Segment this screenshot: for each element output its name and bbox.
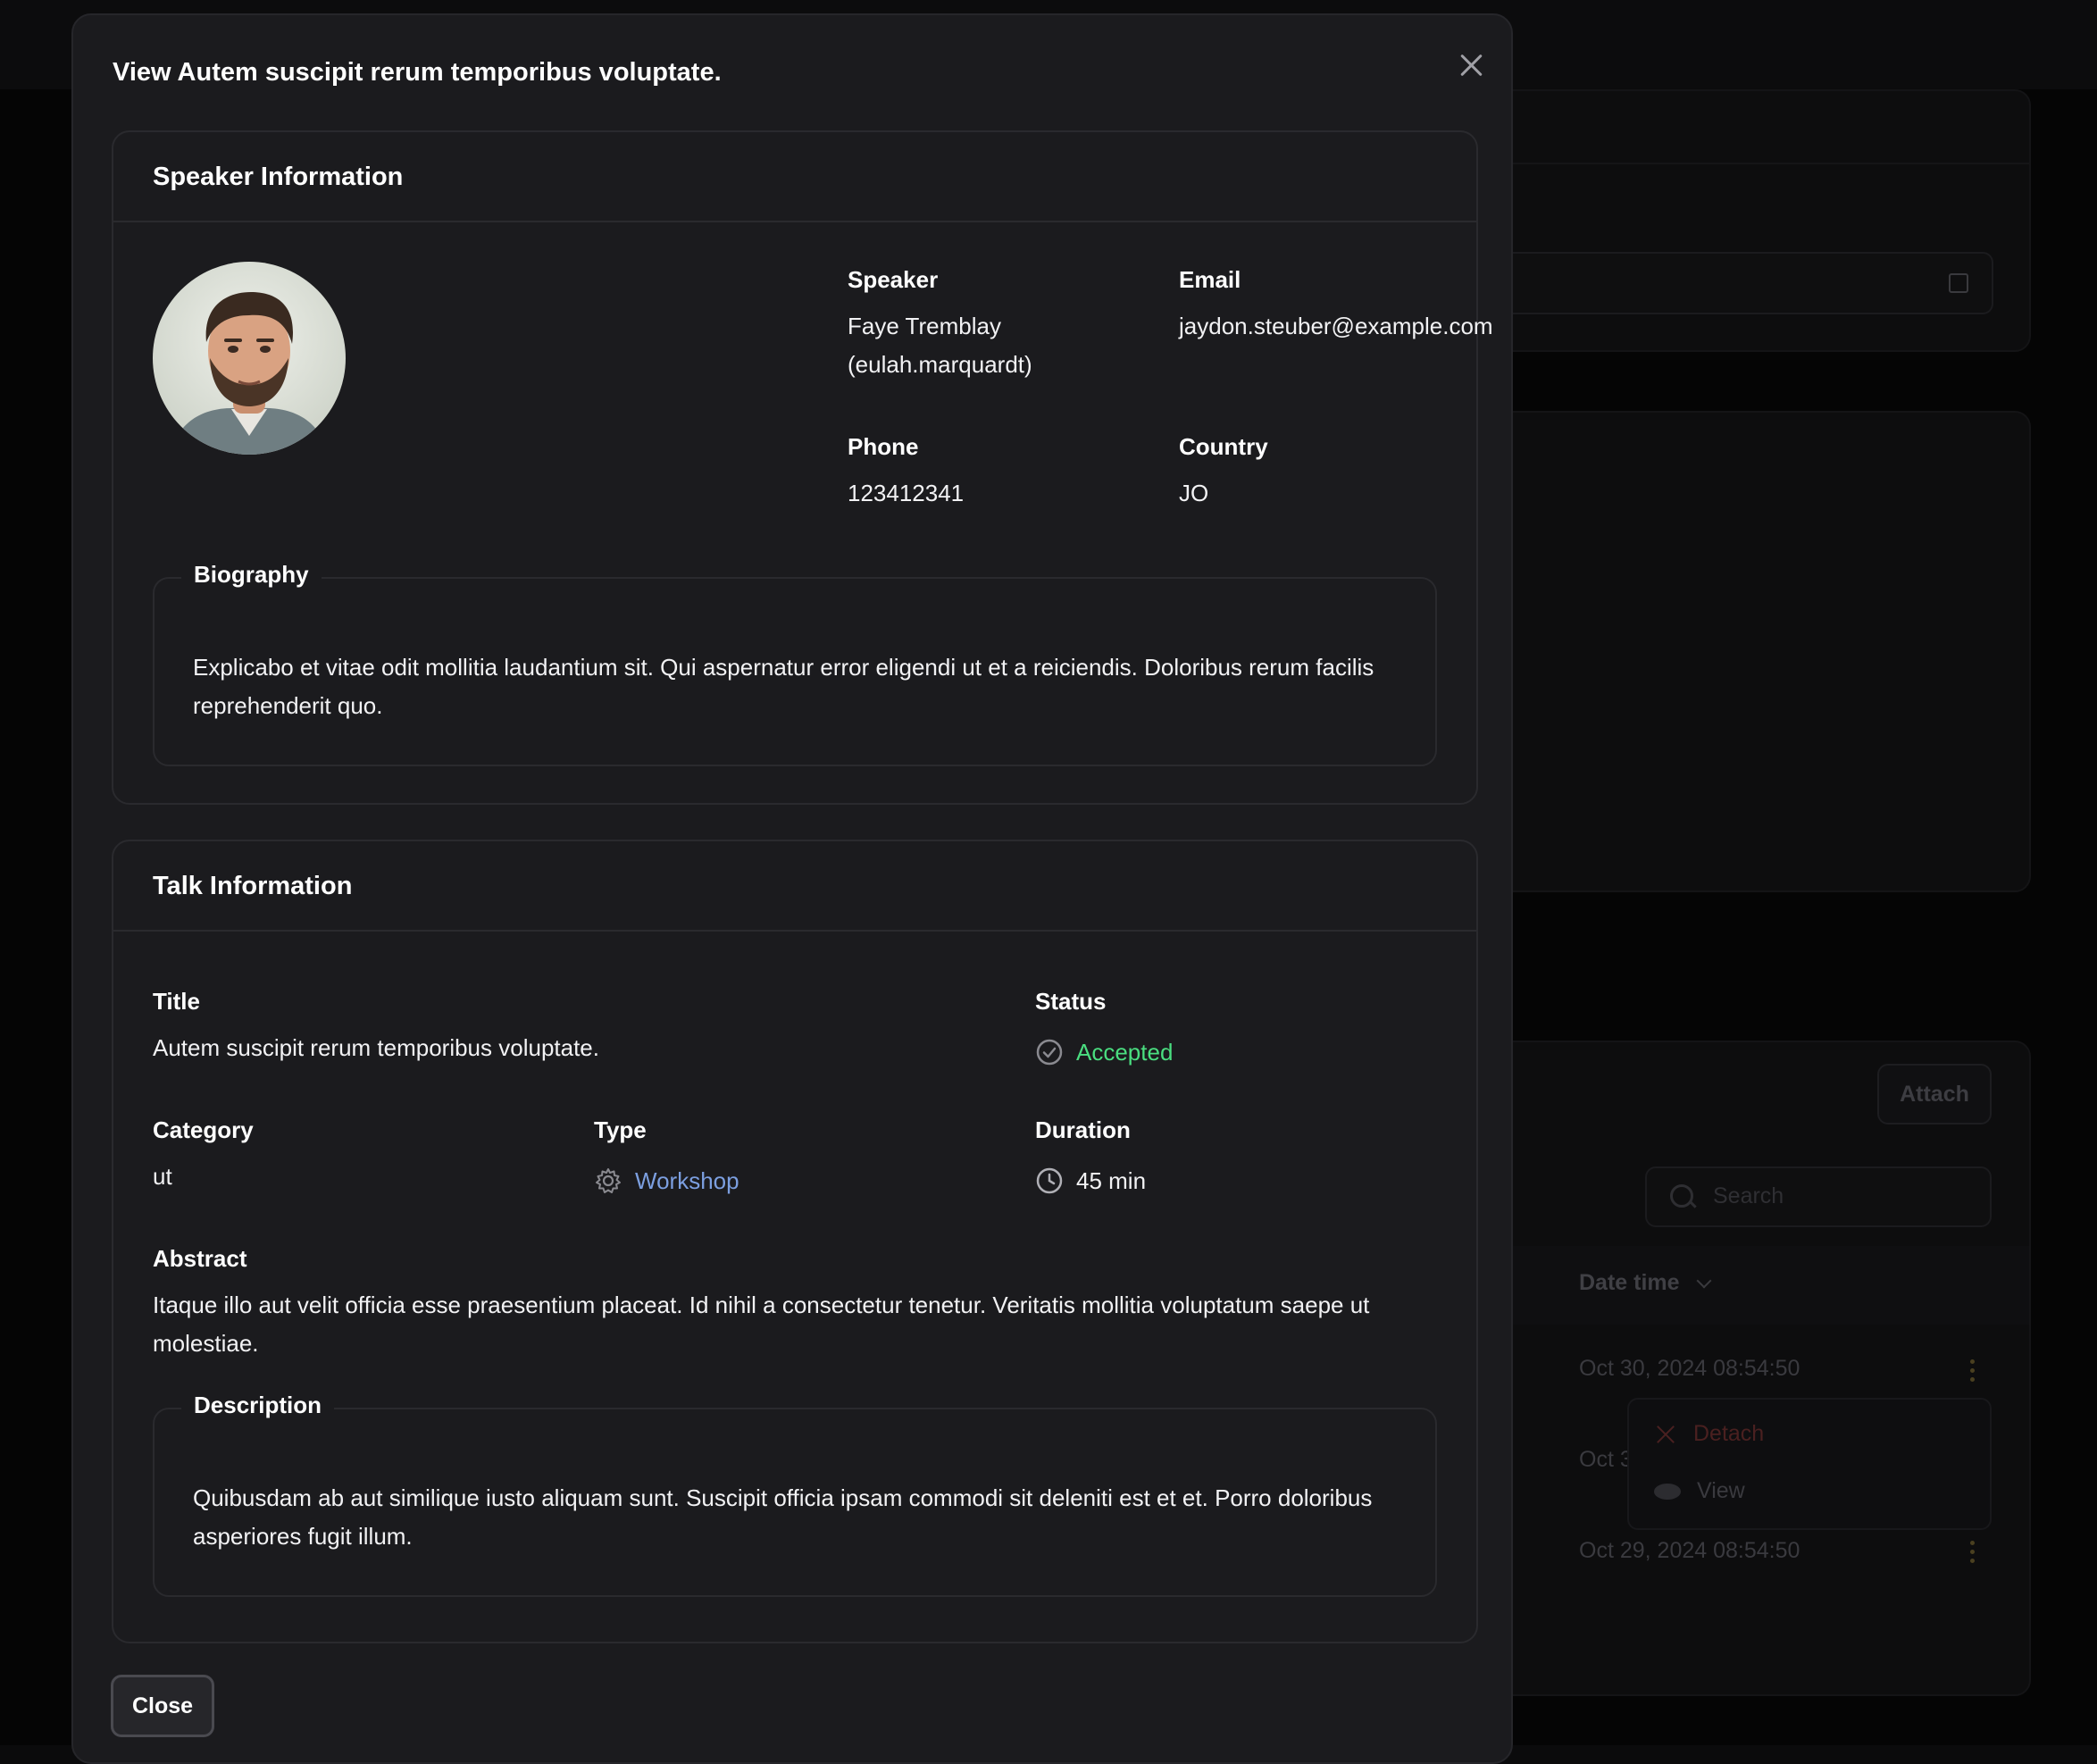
section-header: Speaker Information [113,132,1476,222]
modal-title: View Autem suscipit rerum temporibus vol… [113,58,722,87]
gear-icon [596,1168,621,1193]
type-label: Type [594,1116,647,1143]
search-placeholder: Search [1713,1183,1784,1208]
type-label-text: Workshop [635,1166,739,1194]
x-icon [1654,1423,1677,1446]
biography-legend: Biography [181,561,322,589]
row-actions-menu: Detach View [1627,1398,1992,1530]
category-value: ut [153,1163,172,1190]
speaker-information-section: Speaker Information Speaker Faye Trembla… [112,130,1493,805]
row-actions-icon [1970,1359,1975,1382]
close-button[interactable]: Close [111,1675,214,1737]
status-label: Status [1035,988,1107,1015]
talk-information-section: Talk Information Title Autem suscipit re… [112,840,1478,1643]
row-actions-icon [1970,1541,1975,1563]
search-icon [1670,1184,1693,1208]
duration-text: 45 min [1076,1166,1147,1194]
type-value: Workshop [594,1166,739,1195]
country-value: JO [1179,480,1209,506]
description-legend: Description [181,1392,335,1419]
calendar-icon [1949,273,1968,293]
menu-item-label: View [1697,1478,1745,1503]
section-header: Talk Information [113,841,1476,932]
country-label: Country [1179,433,1268,460]
section-title: Talk Information [153,872,353,900]
background-table-header [1465,1246,2029,1325]
abstract-label: Abstract [153,1245,247,1272]
email-label: Email [1179,266,1241,293]
view-modal: View Autem suscipit rerum temporibus vol… [71,13,1513,1764]
table-row: Oct 3 [1579,1447,1633,1472]
status-value: Accepted [1076,1038,1174,1066]
duration-value: 45 min [1035,1166,1146,1195]
status-badge: Accepted [1035,1038,1173,1066]
category-label: Category [153,1116,254,1143]
menu-item-label: Detach [1693,1421,1765,1446]
menu-item-view: View [1654,1478,1745,1504]
phone-value: 123412341 [848,480,965,506]
talk-title-value: Autem suscipit rerum temporibus voluptat… [153,1034,599,1061]
title-label: Title [153,988,200,1015]
speaker-label: Speaker [848,266,939,293]
background-search-input: Search [1645,1166,1992,1227]
description-text: Quibusdam ab aut similique iusto aliquam… [193,1484,1373,1550]
email-value: jaydon.steuber@example.com [1179,313,1493,339]
menu-item-detach: Detach [1654,1421,1764,1447]
attach-button: Attach [1877,1064,1992,1124]
section-title: Speaker Information [153,163,404,191]
table-row: Oct 29, 2024 08:54:50 [1579,1538,1800,1563]
clock-icon [1036,1167,1063,1194]
speaker-username: (eulah.marquardt) [848,351,1032,378]
background-date-input [1483,252,1993,314]
avatar [153,262,346,455]
description-fieldset: Description Quibusdam ab aut similique i… [153,1392,1437,1597]
table-row: Oct 30, 2024 08:54:50 [1579,1356,1800,1381]
close-icon[interactable] [1453,47,1489,83]
biography-fieldset: Biography Explicabo et vitae odit mollit… [153,561,1437,766]
eye-icon [1654,1483,1681,1500]
biography-text: Explicabo et vitae odit mollitia laudant… [193,654,1374,719]
duration-label: Duration [1035,1116,1131,1143]
background-divider [1465,163,2029,164]
phone-label: Phone [848,433,919,460]
column-header-date-time: Date time [1579,1270,1680,1295]
check-circle-icon [1036,1039,1063,1066]
speaker-name: Faye Tremblay [848,313,1001,339]
abstract-text: Itaque illo aut velit officia esse praes… [153,1292,1370,1357]
background-card [1465,411,2031,892]
